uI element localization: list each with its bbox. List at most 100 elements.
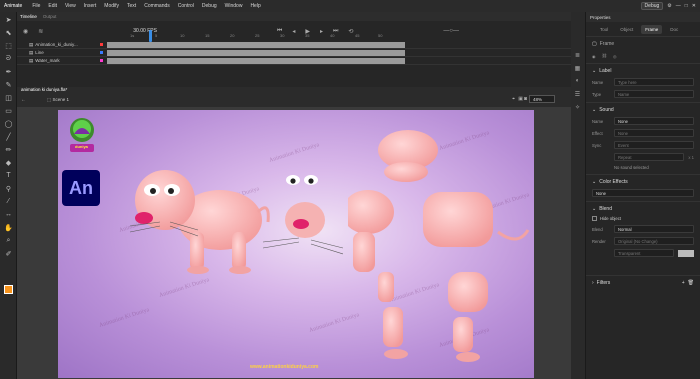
selection-tool-icon[interactable]: ➤	[3, 14, 14, 25]
tab-frame[interactable]: Frame	[641, 24, 663, 34]
layer-color-swatch[interactable]	[100, 43, 103, 46]
hide-object-checkbox[interactable]	[592, 216, 597, 221]
fill-color-swatch[interactable]	[4, 285, 13, 294]
align-panel-icon[interactable]: ☰	[573, 91, 582, 100]
motion-panel-icon[interactable]: ✧	[573, 104, 582, 113]
width-icon[interactable]: ↔	[3, 209, 14, 220]
free-transform-icon[interactable]: ⬚	[3, 40, 14, 51]
eyedropper-icon[interactable]: ⁄	[3, 196, 14, 207]
transparent-select[interactable]: Transparent	[614, 249, 674, 257]
sound-sync-select[interactable]: Event	[614, 141, 694, 149]
link-icon[interactable]: ⛓	[602, 53, 607, 59]
eraser-icon[interactable]: ◫	[3, 92, 14, 103]
menu-view[interactable]: View	[61, 3, 80, 9]
stage-canvas[interactable]: Animation Ki Duniya Animation Ki Duniya …	[58, 110, 534, 378]
sound-repeat-select[interactable]: Repeat	[614, 153, 685, 161]
menu-edit[interactable]: Edit	[44, 3, 61, 9]
stroke-color-icon[interactable]: ✐	[3, 248, 14, 259]
tab-output[interactable]: Output	[43, 14, 57, 19]
playhead[interactable]	[149, 30, 152, 42]
rectangle-icon[interactable]: ▭	[3, 105, 14, 116]
label-name-input[interactable]: Type here	[614, 78, 694, 86]
settings-icon[interactable]: ⚙	[667, 3, 671, 9]
close-icon[interactable]: ✕	[692, 3, 696, 9]
menu-help[interactable]: Help	[246, 3, 264, 9]
pencil-icon[interactable]: ✏	[3, 144, 14, 155]
delete-filter-icon[interactable]: 🗑	[688, 280, 694, 286]
layer-row[interactable]: ▤ Animation_ki_duniy...	[17, 41, 585, 49]
pen-icon[interactable]: ✒	[3, 66, 14, 77]
maximize-icon[interactable]: □	[685, 3, 688, 9]
panther-head-parts[interactable]	[263, 162, 343, 272]
sound-effect-select[interactable]: None	[614, 129, 694, 137]
tab-tool[interactable]: Tool	[596, 25, 612, 34]
chevron-down-icon[interactable]: ⌄	[592, 179, 596, 185]
layer-frames[interactable]	[107, 41, 405, 48]
oval-icon[interactable]: ◯	[3, 118, 14, 129]
menu-modify[interactable]: Modify	[100, 3, 123, 9]
layer-frames[interactable]	[107, 49, 405, 56]
center-stage-icon[interactable]: ⌖	[512, 96, 515, 102]
tab-doc[interactable]: Doc	[666, 25, 682, 34]
timeline-zoom-slider[interactable]: —○—	[443, 28, 459, 34]
tab-timeline[interactable]: Timeline	[20, 14, 37, 19]
chevron-down-icon[interactable]: ⌄	[592, 206, 596, 212]
panther-body-parts[interactable]	[348, 122, 534, 372]
sound-name-select[interactable]: None	[614, 117, 694, 125]
menu-file[interactable]: File	[28, 3, 44, 9]
color-panel-icon[interactable]: ◐	[573, 78, 582, 87]
add-filter-icon[interactable]: +	[682, 280, 685, 286]
onion-icon[interactable]: ◎	[613, 54, 617, 59]
line-icon[interactable]: ╱	[3, 131, 14, 142]
layer-depth-icon[interactable]: ≋	[38, 28, 43, 35]
blend-select[interactable]: Normal	[614, 225, 694, 233]
zoom-tool-icon[interactable]: ⌕	[3, 235, 14, 246]
color-effect-select[interactable]: None	[592, 189, 694, 197]
lasso-icon[interactable]: ᘐ	[3, 53, 14, 64]
document-tab[interactable]: animation ki duniya.fla*	[21, 87, 67, 92]
sound-repeat-count[interactable]: x 1	[688, 155, 694, 160]
menu-window[interactable]: Window	[221, 3, 247, 9]
minimize-icon[interactable]: —	[676, 3, 681, 9]
hand-icon[interactable]: ✋	[3, 222, 14, 233]
layer-frames[interactable]	[107, 57, 405, 64]
camera-toggle-icon[interactable]: ◙	[524, 96, 527, 102]
eye-icon[interactable]: ◉	[592, 54, 596, 59]
brush-icon[interactable]: ✎	[3, 79, 14, 90]
layer-name[interactable]: Animation_ki_duniy...	[35, 42, 77, 47]
paint-bucket-icon[interactable]: ◆	[3, 157, 14, 168]
chevron-right-icon[interactable]: ›	[592, 280, 594, 286]
text-tool-icon[interactable]: T	[3, 170, 14, 181]
layer-name[interactable]: Water_mark	[35, 58, 59, 63]
layer-row[interactable]: ▤ Water_mark	[17, 57, 585, 65]
menu-control[interactable]: Control	[174, 3, 198, 9]
menu-commands[interactable]: Commands	[140, 3, 174, 9]
background-color-swatch[interactable]	[678, 249, 694, 257]
tab-object[interactable]: Object	[616, 25, 637, 34]
workspace-button[interactable]: Debug	[640, 2, 664, 10]
scene-selector[interactable]: ⬚ Scene 1	[47, 97, 69, 103]
menu-text[interactable]: Text	[123, 3, 140, 9]
properties-panel-icon[interactable]: ≣	[573, 52, 582, 61]
layer-color-swatch[interactable]	[100, 51, 103, 54]
menu-debug[interactable]: Debug	[198, 3, 221, 9]
layer-name[interactable]: Line	[35, 50, 44, 55]
ruler-tick: 40	[330, 33, 335, 38]
camera-icon[interactable]: ◉	[23, 28, 28, 35]
label-type-select[interactable]: Name	[614, 90, 694, 98]
zoom-dropdown[interactable]: 48%	[529, 95, 555, 103]
clip-icon[interactable]: ▣	[518, 96, 523, 102]
frame-ruler[interactable]: 1s 5 10 15 20 25 30 35 40 45 50	[130, 33, 385, 41]
layer-row[interactable]: ▤ Line	[17, 49, 585, 57]
menu-insert[interactable]: Insert	[80, 3, 101, 9]
bone-icon[interactable]: ⚲	[3, 183, 14, 194]
layer-color-swatch[interactable]	[100, 59, 103, 62]
library-panel-icon[interactable]: ▦	[573, 65, 582, 74]
website-link[interactable]: www.animationkiduniya.com	[250, 364, 318, 370]
subselection-tool-icon[interactable]: ⬉	[3, 27, 14, 38]
back-arrow-icon[interactable]: ←	[21, 97, 26, 103]
chevron-down-icon[interactable]: ⌄	[592, 68, 596, 74]
panther-character[interactable]	[120, 160, 270, 275]
render-select[interactable]: Original (No Change)	[614, 237, 694, 245]
chevron-down-icon[interactable]: ⌄	[592, 107, 596, 113]
